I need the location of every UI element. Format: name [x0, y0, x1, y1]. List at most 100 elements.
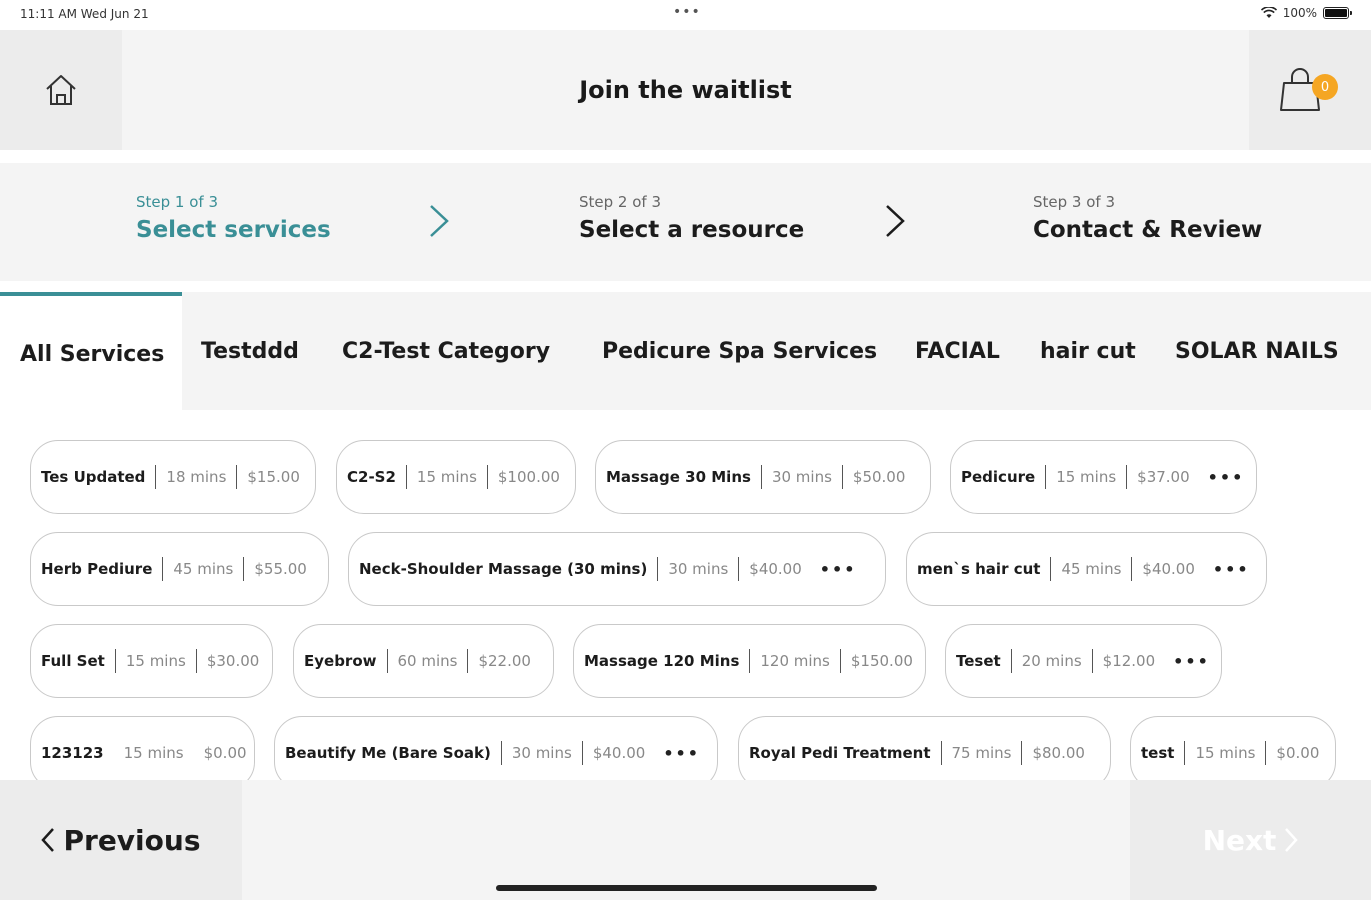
- more-options-icon[interactable]: •••: [1208, 468, 1245, 487]
- service-duration: 18 mins: [166, 468, 227, 486]
- service-chip[interactable]: men`s hair cut 45 mins $40.00 •••: [906, 532, 1267, 606]
- home-indicator[interactable]: [496, 885, 877, 891]
- service-duration: 20 mins: [1021, 652, 1082, 670]
- tab-c2-test-category[interactable]: C2-Test Category: [342, 292, 550, 410]
- service-duration: 15 mins: [123, 744, 184, 762]
- chevron-left-icon: [41, 828, 55, 852]
- status-time: 11:11 AM Wed Jun 21: [20, 7, 149, 21]
- cart-button[interactable]: 0: [1249, 30, 1371, 150]
- service-name: Beautify Me (Bare Soak): [285, 744, 491, 762]
- service-name: Full Set: [41, 652, 105, 670]
- category-tabs: All Services Testddd C2-Test Category Pe…: [0, 292, 1371, 410]
- service-price: $12.00: [1102, 652, 1156, 670]
- service-price: $15.00: [247, 468, 300, 486]
- next-label: Next: [1202, 823, 1277, 857]
- step-label: Contact & Review: [1033, 217, 1263, 243]
- step-label: Select a resource: [579, 217, 805, 243]
- service-duration: 30 mins: [511, 744, 572, 762]
- footer: Previous Next: [0, 780, 1371, 900]
- service-duration: 15 mins: [125, 652, 186, 670]
- service-duration: 15 mins: [416, 468, 477, 486]
- step-1[interactable]: Step 1 of 3 Select services: [136, 193, 331, 243]
- next-button[interactable]: Next: [1130, 780, 1371, 900]
- step-number: Step 1 of 3: [136, 193, 219, 211]
- service-chip[interactable]: Teset 20 mins $12.00 •••: [945, 624, 1222, 698]
- battery-icon: [1323, 7, 1352, 19]
- service-name: Tes Updated: [41, 468, 146, 486]
- step-3[interactable]: Step 3 of 3 Contact & Review: [1033, 193, 1262, 243]
- service-chip[interactable]: test 15 mins $0.00: [1130, 716, 1336, 780]
- tab-hair-cut[interactable]: hair cut: [1040, 292, 1136, 410]
- service-price: $22.00: [478, 652, 531, 670]
- step-2[interactable]: Step 2 of 3 Select a resource: [579, 193, 804, 243]
- service-chip[interactable]: Royal Pedi Treatment 75 mins $80.00: [738, 716, 1111, 780]
- service-chip[interactable]: C2-S2 15 mins $100.00: [336, 440, 576, 514]
- more-options-icon[interactable]: •••: [820, 560, 857, 579]
- service-chip[interactable]: Tes Updated 18 mins $15.00: [30, 440, 316, 514]
- multitasking-dots-icon[interactable]: •••: [673, 4, 701, 20]
- service-price: $50.00: [852, 468, 906, 486]
- step-number: Step 2 of 3: [579, 193, 662, 211]
- service-chip[interactable]: Full Set 15 mins $30.00: [30, 624, 273, 698]
- service-duration: 45 mins: [1061, 560, 1122, 578]
- step-number: Step 3 of 3: [1033, 193, 1116, 211]
- more-options-icon[interactable]: •••: [1213, 560, 1250, 579]
- service-price: $150.00: [850, 652, 913, 670]
- service-duration: 30 mins: [771, 468, 832, 486]
- service-chip[interactable]: Massage 30 Mins 30 mins $50.00: [595, 440, 931, 514]
- tab-solar-nails[interactable]: SOLAR NAILS: [1175, 292, 1339, 410]
- service-price: $30.00: [206, 652, 260, 670]
- tab-facial[interactable]: FACIAL: [915, 292, 1000, 410]
- service-duration: 60 mins: [397, 652, 458, 670]
- service-price: $40.00: [749, 560, 802, 578]
- service-chip[interactable]: Neck-Shoulder Massage (30 mins) 30 mins …: [348, 532, 886, 606]
- header: Join the waitlist 0: [0, 30, 1371, 150]
- step-label: Select services: [136, 217, 331, 243]
- chevron-right-icon: [430, 205, 449, 237]
- service-chip[interactable]: Beautify Me (Bare Soak) 30 mins $40.00 •…: [274, 716, 718, 780]
- service-price: $0.00: [203, 744, 247, 762]
- chevron-right-icon: [886, 205, 905, 237]
- stepper: Step 1 of 3 Select services Step 2 of 3 …: [0, 163, 1371, 281]
- service-name: men`s hair cut: [917, 560, 1041, 578]
- previous-button[interactable]: Previous: [0, 780, 242, 900]
- service-name: Herb Pediure: [41, 560, 153, 578]
- previous-label: Previous: [63, 823, 201, 857]
- cart-count-badge: 0: [1312, 74, 1338, 100]
- tab-all-services[interactable]: All Services: [0, 292, 182, 410]
- home-icon: [46, 75, 76, 105]
- chevron-right-icon: [1285, 828, 1299, 852]
- more-options-icon[interactable]: •••: [1173, 652, 1210, 671]
- service-duration: 15 mins: [1195, 744, 1256, 762]
- tab-testddd[interactable]: Testddd: [201, 292, 299, 410]
- page-title: Join the waitlist: [579, 76, 792, 104]
- service-price: $37.00: [1137, 468, 1190, 486]
- service-name: Massage 120 Mins: [584, 652, 740, 670]
- wifi-icon: [1260, 7, 1277, 18]
- service-price: $40.00: [592, 744, 646, 762]
- more-options-icon[interactable]: •••: [663, 744, 700, 763]
- service-name: Neck-Shoulder Massage (30 mins): [359, 560, 648, 578]
- service-name: Royal Pedi Treatment: [749, 744, 931, 762]
- service-duration: 120 mins: [760, 652, 830, 670]
- service-duration: 45 mins: [173, 560, 234, 578]
- service-name: test: [1141, 744, 1175, 762]
- service-duration: 15 mins: [1056, 468, 1117, 486]
- service-chip[interactable]: Eyebrow 60 mins $22.00: [293, 624, 554, 698]
- home-button[interactable]: [0, 30, 122, 150]
- service-name: Massage 30 Mins: [606, 468, 751, 486]
- service-chip[interactable]: Herb Pediure 45 mins $55.00: [30, 532, 329, 606]
- service-name: 123123: [41, 744, 104, 762]
- service-name: C2-S2: [347, 468, 396, 486]
- cart-icon-wrap: 0: [1280, 65, 1340, 115]
- battery-percent: 100%: [1282, 6, 1317, 20]
- service-price: $80.00: [1032, 744, 1085, 762]
- service-duration: 75 mins: [951, 744, 1012, 762]
- service-chip[interactable]: Massage 120 Mins 120 mins $150.00: [573, 624, 926, 698]
- service-price: $40.00: [1142, 560, 1195, 578]
- status-right: 100%: [1260, 6, 1352, 20]
- tab-pedicure-spa-services[interactable]: Pedicure Spa Services: [602, 292, 877, 410]
- services-list: Tes Updated 18 mins $15.00 C2-S2 15 mins…: [0, 410, 1371, 780]
- service-chip[interactable]: Pedicure 15 mins $37.00 •••: [950, 440, 1257, 514]
- service-chip[interactable]: 123123 15 mins $0.00: [30, 716, 255, 780]
